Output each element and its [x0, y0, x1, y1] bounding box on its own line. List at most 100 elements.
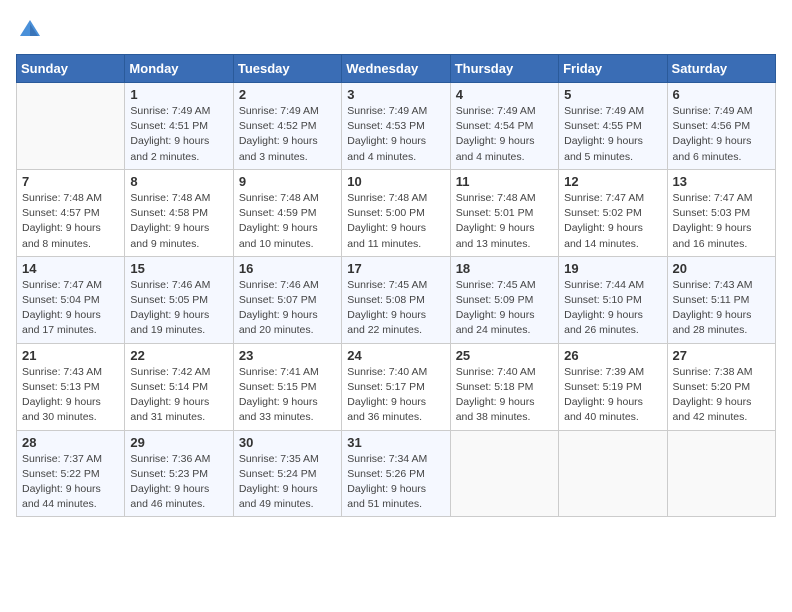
day-number: 26: [564, 348, 661, 363]
day-number: 23: [239, 348, 336, 363]
day-info: Sunrise: 7:45 AM Sunset: 5:09 PM Dayligh…: [456, 278, 553, 339]
header-cell-monday: Monday: [125, 55, 233, 83]
day-info: Sunrise: 7:49 AM Sunset: 4:54 PM Dayligh…: [456, 104, 553, 165]
day-number: 3: [347, 87, 444, 102]
day-info: Sunrise: 7:42 AM Sunset: 5:14 PM Dayligh…: [130, 365, 227, 426]
day-number: 12: [564, 174, 661, 189]
day-info: Sunrise: 7:47 AM Sunset: 5:02 PM Dayligh…: [564, 191, 661, 252]
day-cell: 25 Sunrise: 7:40 AM Sunset: 5:18 PM Dayli…: [450, 343, 558, 430]
day-number: 29: [130, 435, 227, 450]
day-cell: 16 Sunrise: 7:46 AM Sunset: 5:07 PM Dayli…: [233, 256, 341, 343]
day-info: Sunrise: 7:44 AM Sunset: 5:10 PM Dayligh…: [564, 278, 661, 339]
header-cell-friday: Friday: [559, 55, 667, 83]
logo-icon: [16, 16, 44, 44]
day-number: 13: [673, 174, 770, 189]
day-info: Sunrise: 7:48 AM Sunset: 4:58 PM Dayligh…: [130, 191, 227, 252]
day-info: Sunrise: 7:48 AM Sunset: 4:59 PM Dayligh…: [239, 191, 336, 252]
day-number: 8: [130, 174, 227, 189]
day-cell: 8 Sunrise: 7:48 AM Sunset: 4:58 PM Daylig…: [125, 169, 233, 256]
day-cell: 15 Sunrise: 7:46 AM Sunset: 5:05 PM Dayli…: [125, 256, 233, 343]
day-number: 10: [347, 174, 444, 189]
day-cell: 11 Sunrise: 7:48 AM Sunset: 5:01 PM Dayli…: [450, 169, 558, 256]
calendar-table: SundayMondayTuesdayWednesdayThursdayFrid…: [16, 54, 776, 517]
day-info: Sunrise: 7:39 AM Sunset: 5:19 PM Dayligh…: [564, 365, 661, 426]
week-row-3: 21 Sunrise: 7:43 AM Sunset: 5:13 PM Dayli…: [17, 343, 776, 430]
day-info: Sunrise: 7:43 AM Sunset: 5:13 PM Dayligh…: [22, 365, 119, 426]
day-number: 25: [456, 348, 553, 363]
day-number: 11: [456, 174, 553, 189]
day-cell: 29 Sunrise: 7:36 AM Sunset: 5:23 PM Dayli…: [125, 430, 233, 517]
day-info: Sunrise: 7:49 AM Sunset: 4:56 PM Dayligh…: [673, 104, 770, 165]
day-number: 17: [347, 261, 444, 276]
day-info: Sunrise: 7:34 AM Sunset: 5:26 PM Dayligh…: [347, 452, 444, 513]
day-info: Sunrise: 7:40 AM Sunset: 5:18 PM Dayligh…: [456, 365, 553, 426]
day-cell: [17, 83, 125, 170]
header-cell-saturday: Saturday: [667, 55, 775, 83]
day-number: 4: [456, 87, 553, 102]
day-number: 7: [22, 174, 119, 189]
day-cell: 14Sunrise: 7:47 AM Sunset: 5:04 PM Dayli…: [17, 256, 125, 343]
day-number: 20: [673, 261, 770, 276]
day-cell: 9 Sunrise: 7:48 AM Sunset: 4:59 PM Daylig…: [233, 169, 341, 256]
page-header: [16, 16, 776, 44]
header-cell-wednesday: Wednesday: [342, 55, 450, 83]
day-cell: [559, 430, 667, 517]
day-info: Sunrise: 7:46 AM Sunset: 5:05 PM Dayligh…: [130, 278, 227, 339]
day-cell: 30 Sunrise: 7:35 AM Sunset: 5:24 PM Dayli…: [233, 430, 341, 517]
day-cell: 21 Sunrise: 7:43 AM Sunset: 5:13 PM Dayli…: [17, 343, 125, 430]
day-number: 5: [564, 87, 661, 102]
day-cell: 27 Sunrise: 7:38 AM Sunset: 5:20 PM Dayli…: [667, 343, 775, 430]
day-number: 1: [130, 87, 227, 102]
header-cell-sunday: Sunday: [17, 55, 125, 83]
day-info: Sunrise: 7:38 AM Sunset: 5:20 PM Dayligh…: [673, 365, 770, 426]
day-info: Sunrise: 7:37 AM Sunset: 5:22 PM Dayligh…: [22, 452, 119, 513]
day-info: Sunrise: 7:45 AM Sunset: 5:08 PM Dayligh…: [347, 278, 444, 339]
day-info: Sunrise: 7:47 AM Sunset: 5:03 PM Dayligh…: [673, 191, 770, 252]
day-info: Sunrise: 7:43 AM Sunset: 5:11 PM Dayligh…: [673, 278, 770, 339]
day-number: 2: [239, 87, 336, 102]
day-number: 27: [673, 348, 770, 363]
day-cell: 6Sunrise: 7:49 AM Sunset: 4:56 PM Daylig…: [667, 83, 775, 170]
day-number: 24: [347, 348, 444, 363]
day-cell: 3Sunrise: 7:49 AM Sunset: 4:53 PM Daylig…: [342, 83, 450, 170]
day-number: 9: [239, 174, 336, 189]
day-cell: 10 Sunrise: 7:48 AM Sunset: 5:00 PM Dayli…: [342, 169, 450, 256]
logo: [16, 16, 48, 44]
day-cell: 18Sunrise: 7:45 AM Sunset: 5:09 PM Dayli…: [450, 256, 558, 343]
day-info: Sunrise: 7:48 AM Sunset: 5:01 PM Dayligh…: [456, 191, 553, 252]
calendar-header: SundayMondayTuesdayWednesdayThursdayFrid…: [17, 55, 776, 83]
week-row-0: 1 Sunrise: 7:49 AM Sunset: 4:51 PM Daylig…: [17, 83, 776, 170]
day-info: Sunrise: 7:49 AM Sunset: 4:51 PM Dayligh…: [130, 104, 227, 165]
week-row-4: 28 Sunrise: 7:37 AM Sunset: 5:22 PM Dayli…: [17, 430, 776, 517]
day-cell: 31 Sunrise: 7:34 AM Sunset: 5:26 PM Dayli…: [342, 430, 450, 517]
day-cell: 2Sunrise: 7:49 AM Sunset: 4:52 PM Daylig…: [233, 83, 341, 170]
day-cell: 22 Sunrise: 7:42 AM Sunset: 5:14 PM Dayli…: [125, 343, 233, 430]
day-info: Sunrise: 7:35 AM Sunset: 5:24 PM Dayligh…: [239, 452, 336, 513]
day-info: Sunrise: 7:48 AM Sunset: 4:57 PM Dayligh…: [22, 191, 119, 252]
day-number: 14: [22, 261, 119, 276]
day-info: Sunrise: 7:48 AM Sunset: 5:00 PM Dayligh…: [347, 191, 444, 252]
day-cell: 17 Sunrise: 7:45 AM Sunset: 5:08 PM Dayli…: [342, 256, 450, 343]
day-number: 16: [239, 261, 336, 276]
day-cell: 13 Sunrise: 7:47 AM Sunset: 5:03 PM Dayli…: [667, 169, 775, 256]
day-number: 22: [130, 348, 227, 363]
day-number: 30: [239, 435, 336, 450]
day-info: Sunrise: 7:36 AM Sunset: 5:23 PM Dayligh…: [130, 452, 227, 513]
day-info: Sunrise: 7:46 AM Sunset: 5:07 PM Dayligh…: [239, 278, 336, 339]
day-number: 21: [22, 348, 119, 363]
day-cell: 24Sunrise: 7:40 AM Sunset: 5:17 PM Dayli…: [342, 343, 450, 430]
day-cell: 7 Sunrise: 7:48 AM Sunset: 4:57 PM Daylig…: [17, 169, 125, 256]
day-info: Sunrise: 7:41 AM Sunset: 5:15 PM Dayligh…: [239, 365, 336, 426]
day-number: 28: [22, 435, 119, 450]
day-cell: 5Sunrise: 7:49 AM Sunset: 4:55 PM Daylig…: [559, 83, 667, 170]
day-cell: 12 Sunrise: 7:47 AM Sunset: 5:02 PM Dayli…: [559, 169, 667, 256]
day-number: 31: [347, 435, 444, 450]
day-cell: 19Sunrise: 7:44 AM Sunset: 5:10 PM Dayli…: [559, 256, 667, 343]
header-row: SundayMondayTuesdayWednesdayThursdayFrid…: [17, 55, 776, 83]
header-cell-tuesday: Tuesday: [233, 55, 341, 83]
week-row-2: 14Sunrise: 7:47 AM Sunset: 5:04 PM Dayli…: [17, 256, 776, 343]
day-cell: 28 Sunrise: 7:37 AM Sunset: 5:22 PM Dayli…: [17, 430, 125, 517]
day-number: 15: [130, 261, 227, 276]
day-cell: 4 Sunrise: 7:49 AM Sunset: 4:54 PM Daylig…: [450, 83, 558, 170]
header-cell-thursday: Thursday: [450, 55, 558, 83]
